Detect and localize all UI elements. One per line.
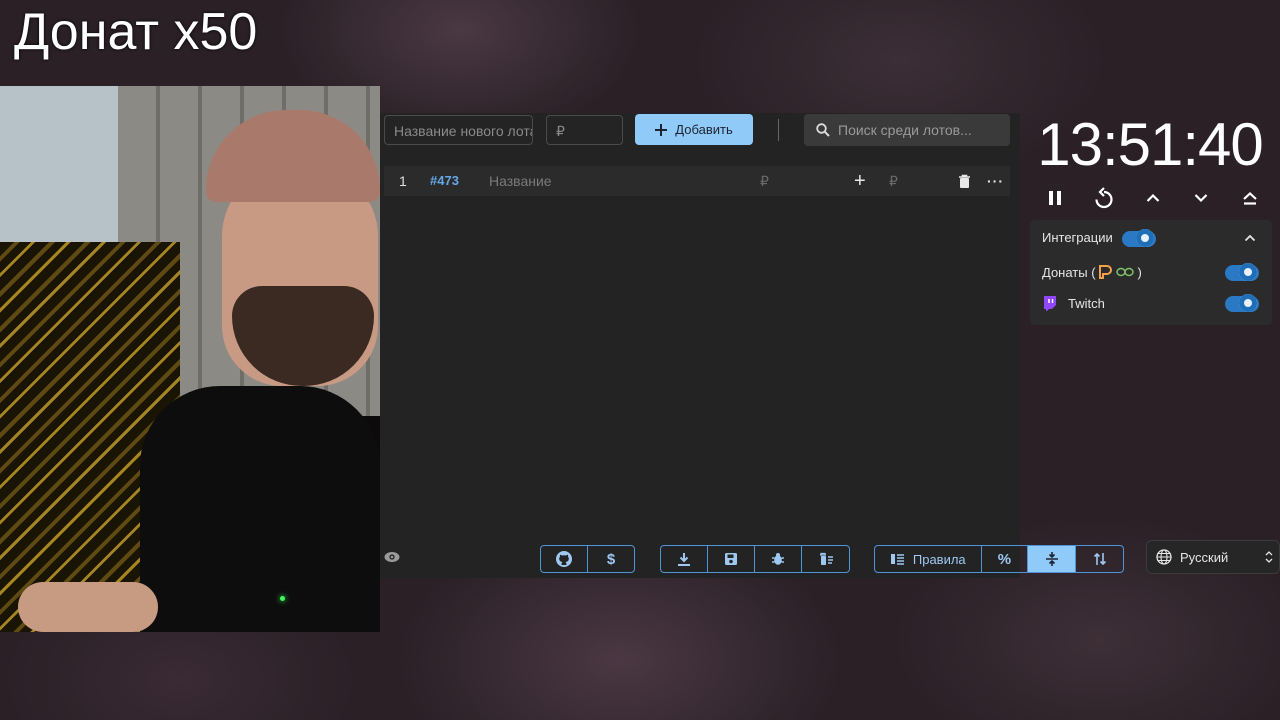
pause-button[interactable]	[1040, 184, 1070, 212]
github-icon	[556, 551, 572, 567]
clear-lots-button[interactable]	[802, 546, 849, 572]
globe-icon	[1156, 549, 1172, 565]
search-icon	[816, 123, 830, 137]
new-lot-name-placeholder: Название нового лота	[394, 123, 533, 139]
compress-icon	[1045, 552, 1058, 566]
dollar-icon: $	[606, 550, 616, 568]
chevron-up-icon	[1146, 193, 1159, 202]
more-options-icon[interactable]: ···	[987, 166, 1004, 196]
twitch-integration: Twitch	[1042, 295, 1105, 311]
donations-label-close: )	[1137, 264, 1142, 280]
add-lot-button[interactable]: Добавить	[635, 114, 753, 145]
swap-vertical-icon	[1093, 552, 1106, 566]
subtract-time-button[interactable]	[1186, 184, 1216, 212]
download-button[interactable]	[661, 546, 708, 572]
bottom-toolbar: $ Правила %	[380, 543, 1124, 575]
delete-lot-icon[interactable]	[958, 166, 971, 199]
integrations-header: Интеграции	[1042, 230, 1113, 245]
twitch-label: Twitch	[1068, 295, 1105, 311]
clear-list-icon	[819, 552, 833, 565]
rules-icon	[890, 554, 904, 565]
percent-button[interactable]: %	[982, 546, 1029, 572]
add-amount-icon[interactable]: +	[854, 166, 866, 196]
unfold-icon	[1265, 551, 1273, 563]
donationalerts-icon	[1098, 265, 1112, 279]
report-bug-button[interactable]	[755, 546, 802, 572]
lot-name-field[interactable]: Название	[489, 166, 552, 196]
chevron-up-icon[interactable]	[1244, 234, 1256, 242]
reset-timer-button[interactable]	[1089, 184, 1119, 212]
add-lot-label: Добавить	[675, 122, 733, 137]
amount-placeholder: ₽	[556, 123, 565, 139]
twitch-icon	[1044, 296, 1056, 311]
link-icon	[1115, 267, 1134, 277]
integrations-toggle[interactable]	[1122, 229, 1156, 247]
lot-row[interactable]: 1 #473 Название ₽ + ₽ ···	[384, 166, 1010, 196]
links-button-group: $	[540, 545, 635, 573]
rules-label: Правила	[912, 551, 966, 567]
integrations-panel: Интеграции Донаты ( ) Twitch	[1030, 220, 1272, 325]
file-button-group	[660, 545, 850, 573]
auction-timer: 13:51:40	[1037, 111, 1264, 178]
pause-icon	[1049, 191, 1061, 205]
chevron-down-icon	[1194, 194, 1208, 203]
toolbar-divider	[778, 119, 779, 141]
double-chevron-up-icon	[1243, 192, 1257, 205]
view-button-group: Правила %	[874, 545, 1124, 573]
save-button[interactable]	[708, 546, 755, 572]
lot-index: 1	[399, 173, 407, 189]
sort-button[interactable]	[1076, 546, 1123, 572]
donations-label: Донаты (	[1042, 264, 1096, 280]
save-icon	[725, 553, 737, 565]
lot-add-amount-field[interactable]: ₽	[889, 166, 898, 196]
new-lot-amount-input[interactable]: ₽	[546, 115, 623, 145]
timer-controls	[1040, 184, 1265, 212]
plus-icon	[655, 123, 668, 136]
lot-id[interactable]: #473	[430, 166, 459, 196]
integrations-title: Интеграции	[1042, 230, 1113, 245]
eye-icon[interactable]	[384, 551, 400, 563]
donations-toggle[interactable]	[1225, 263, 1259, 281]
lot-amount-field[interactable]: ₽	[760, 166, 769, 196]
compact-view-button[interactable]	[1028, 546, 1077, 572]
add-time-button[interactable]	[1138, 184, 1168, 212]
percent-icon: %	[997, 550, 1012, 568]
download-icon	[678, 553, 690, 566]
rules-button[interactable]: Правила	[875, 546, 982, 572]
donate-button[interactable]: $	[588, 546, 634, 572]
twitch-toggle[interactable]	[1225, 294, 1259, 312]
donations-integration: Донаты ( )	[1042, 264, 1142, 280]
webcam-feed	[0, 86, 380, 632]
github-button[interactable]	[541, 546, 588, 572]
double-time-button[interactable]	[1235, 184, 1265, 212]
bug-icon	[772, 553, 784, 565]
search-placeholder: Поиск среди лотов...	[838, 122, 972, 138]
stream-overlay-title: Донат x50	[14, 3, 258, 61]
restart-icon	[1095, 187, 1113, 209]
lot-search-input[interactable]: Поиск среди лотов...	[804, 114, 1010, 146]
language-value: Русский	[1180, 549, 1229, 565]
lot-toolbar: Название нового лота ₽ Добавить Поиск ср…	[380, 113, 1020, 149]
new-lot-name-input[interactable]: Название нового лота	[384, 115, 533, 145]
language-select[interactable]: Русский	[1146, 540, 1280, 574]
auction-panel: Название нового лота ₽ Добавить Поиск ср…	[380, 113, 1124, 578]
